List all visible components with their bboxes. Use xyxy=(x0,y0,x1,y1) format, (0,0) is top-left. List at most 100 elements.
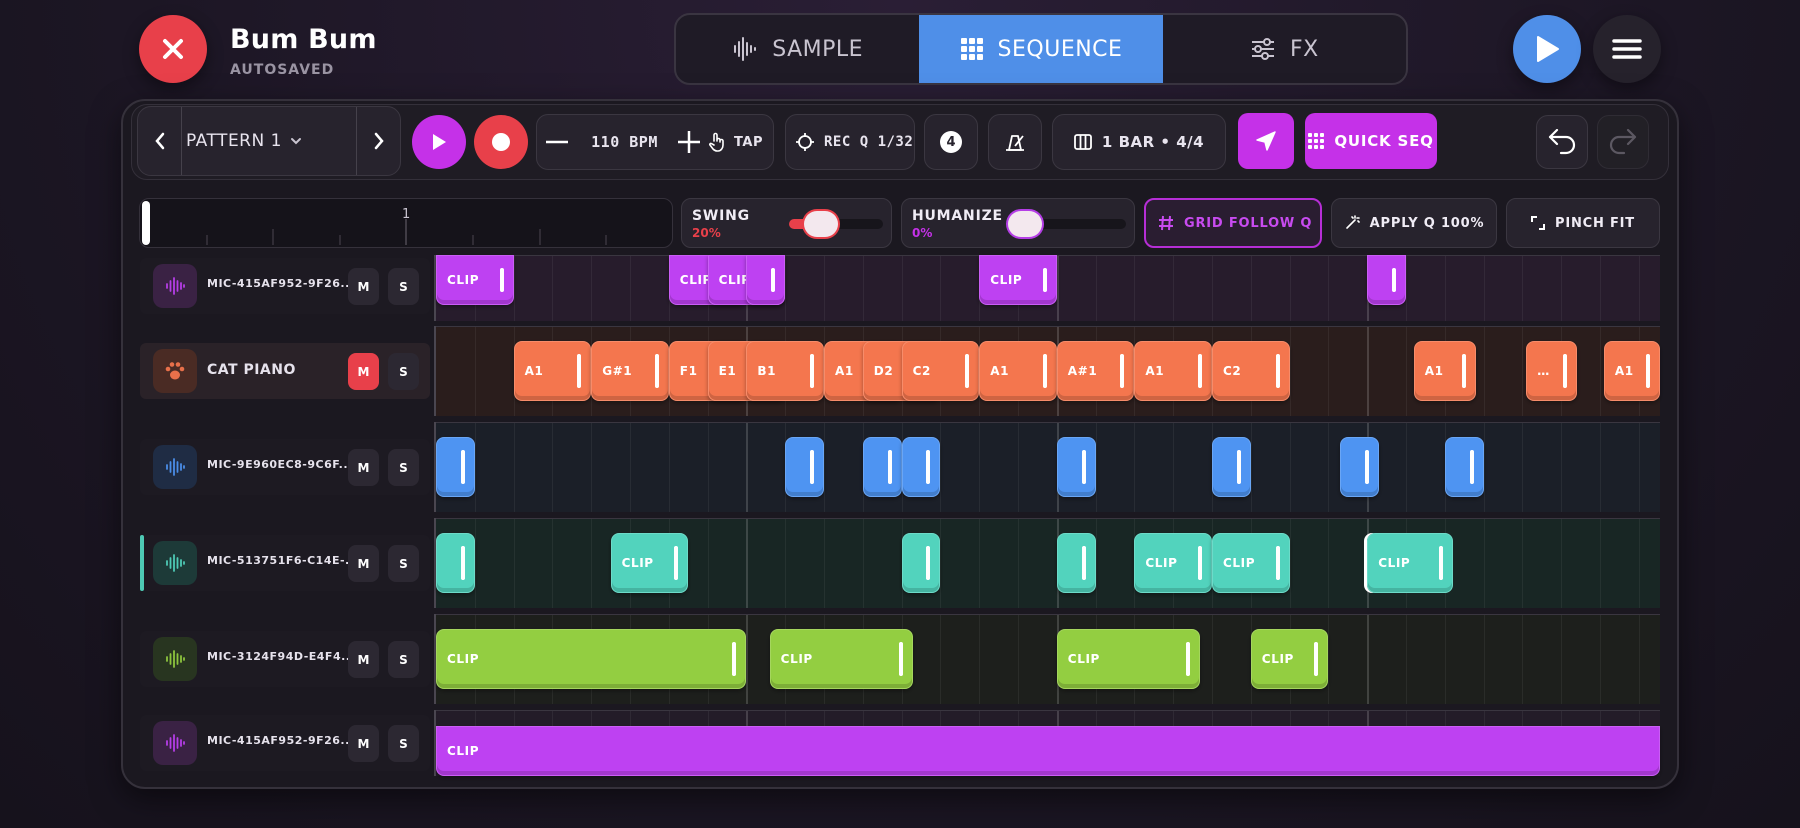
clip-resize-handle[interactable] xyxy=(899,642,904,676)
tab-sequence[interactable]: SEQUENCE xyxy=(919,15,1163,83)
play-button[interactable] xyxy=(1513,15,1581,83)
quick-seq-button[interactable]: QUICK SEQ xyxy=(1305,113,1437,169)
clip[interactable]: B1 xyxy=(746,341,824,401)
clip[interactable]: CLIP xyxy=(436,255,514,305)
solo-button[interactable]: S xyxy=(388,353,419,390)
solo-button[interactable]: S xyxy=(388,545,419,582)
clip[interactable]: CLIP xyxy=(610,533,689,593)
clip-resize-handle[interactable] xyxy=(1081,450,1086,484)
clip-resize-handle[interactable] xyxy=(965,354,970,388)
mute-button[interactable]: M xyxy=(348,545,379,582)
clip-resize-handle[interactable] xyxy=(1197,354,1202,388)
tab-sample[interactable]: SAMPLE xyxy=(676,15,919,83)
clip[interactable] xyxy=(746,255,786,305)
clip-resize-handle[interactable] xyxy=(926,450,931,484)
clip[interactable]: C2 xyxy=(901,341,980,401)
clip-resize-handle[interactable] xyxy=(771,268,776,292)
clip[interactable]: CLIP xyxy=(1250,629,1329,689)
clip-resize-handle[interactable] xyxy=(460,546,465,580)
clip[interactable]: A#1 xyxy=(1056,341,1135,401)
clip[interactable] xyxy=(1056,437,1096,497)
bar-length-button[interactable]: 1 BAR • 4/4 xyxy=(1052,114,1226,170)
pinch-fit-button[interactable]: PINCH FIT xyxy=(1506,198,1660,248)
clip[interactable]: A1 xyxy=(1413,341,1476,401)
clip[interactable] xyxy=(785,437,824,497)
track-header[interactable]: MIC-415AF952-9F26... M S xyxy=(140,258,430,314)
grid-follow-q-button[interactable]: GRID FOLLOW Q xyxy=(1144,198,1322,248)
clip-resize-handle[interactable] xyxy=(926,546,931,580)
clip[interactable]: A1 xyxy=(979,341,1057,401)
clip[interactable] xyxy=(901,533,941,593)
clip[interactable] xyxy=(1444,437,1484,497)
clip[interactable] xyxy=(1367,255,1406,305)
clip[interactable] xyxy=(436,437,475,497)
clip-resize-handle[interactable] xyxy=(1364,450,1369,484)
redo-button[interactable] xyxy=(1597,115,1649,169)
navigate-button[interactable] xyxy=(1238,113,1294,169)
clip[interactable] xyxy=(1056,533,1096,593)
track-header[interactable]: MIC-9E960EC8-9C6F... M S xyxy=(140,439,430,495)
playhead-marker[interactable] xyxy=(142,201,150,245)
track-header[interactable]: MIC-513751F6-C14E-... M S xyxy=(140,535,430,591)
timeline-ruler[interactable]: 1 xyxy=(139,198,673,248)
tab-fx[interactable]: FX xyxy=(1163,15,1406,83)
mute-button[interactable]: M xyxy=(348,353,379,390)
clip-resize-handle[interactable] xyxy=(1236,450,1241,484)
clip[interactable] xyxy=(436,533,475,593)
clip-resize-handle[interactable] xyxy=(1438,546,1443,580)
count-in-button[interactable]: 4 xyxy=(924,114,978,170)
clip-resize-handle[interactable] xyxy=(809,354,814,388)
clip-resize-handle[interactable] xyxy=(1391,268,1396,292)
clip[interactable]: A1 xyxy=(513,341,592,401)
next-pattern-button[interactable] xyxy=(356,107,400,175)
clip[interactable]: CLIP xyxy=(1212,533,1290,593)
clip-resize-handle[interactable] xyxy=(1120,354,1125,388)
swing-slider-thumb[interactable] xyxy=(804,211,838,237)
mute-button[interactable]: M xyxy=(348,449,379,486)
clip[interactable]: CLIP xyxy=(1056,629,1201,689)
clip-resize-handle[interactable] xyxy=(732,642,737,676)
tap-tempo-button[interactable]: TAP xyxy=(706,132,773,152)
pattern-play-button[interactable] xyxy=(412,115,466,169)
clip-resize-handle[interactable] xyxy=(1042,268,1047,292)
clip[interactable]: C2 xyxy=(1212,341,1290,401)
clip-resize-handle[interactable] xyxy=(1645,354,1650,388)
bpm-decrease-button[interactable] xyxy=(537,115,577,169)
clip-resize-handle[interactable] xyxy=(1275,546,1280,580)
clip[interactable]: A1 xyxy=(1603,341,1660,401)
clip-resize-handle[interactable] xyxy=(654,354,659,388)
metronome-button[interactable] xyxy=(988,114,1042,170)
clip[interactable]: CLIP xyxy=(1367,533,1453,593)
undo-button[interactable] xyxy=(1536,115,1588,169)
track-header[interactable]: MIC-3124F94D-E4F4... M S xyxy=(140,631,430,687)
clip-resize-handle[interactable] xyxy=(1275,354,1280,388)
clip-resize-handle[interactable] xyxy=(1562,354,1567,388)
record-button[interactable] xyxy=(474,115,528,169)
clip-resize-handle[interactable] xyxy=(1081,546,1086,580)
clip-resize-handle[interactable] xyxy=(809,450,814,484)
clip-resize-handle[interactable] xyxy=(577,354,582,388)
clip[interactable]: A1 xyxy=(1134,341,1212,401)
clip[interactable] xyxy=(862,437,902,497)
clip[interactable]: CLIP xyxy=(979,255,1057,305)
clip[interactable] xyxy=(1340,437,1379,497)
clip-resize-handle[interactable] xyxy=(674,546,679,580)
clip-resize-handle[interactable] xyxy=(1314,642,1319,676)
pattern-dropdown[interactable]: PATTERN 1 xyxy=(182,131,356,151)
prev-pattern-button[interactable] xyxy=(138,107,182,175)
clip-resize-handle[interactable] xyxy=(499,268,504,292)
track-header[interactable]: CAT PIANO M S xyxy=(140,343,430,399)
clip[interactable]: CLIP xyxy=(769,629,914,689)
clip[interactable]: CLIP xyxy=(436,726,1660,776)
clip[interactable] xyxy=(901,437,941,497)
clip-resize-handle[interactable] xyxy=(1197,546,1202,580)
track-header[interactable]: MIC-415AF952-9F26... M S xyxy=(140,715,430,771)
clip-resize-handle[interactable] xyxy=(1186,642,1191,676)
bpm-increase-button[interactable] xyxy=(672,115,706,169)
clip[interactable]: … xyxy=(1526,341,1577,401)
clip-resize-handle[interactable] xyxy=(1461,354,1466,388)
clip[interactable] xyxy=(1212,437,1251,497)
clip[interactable]: CLIP xyxy=(436,629,747,689)
bpm-value[interactable]: 110 BPM xyxy=(577,133,672,151)
solo-button[interactable]: S xyxy=(388,449,419,486)
